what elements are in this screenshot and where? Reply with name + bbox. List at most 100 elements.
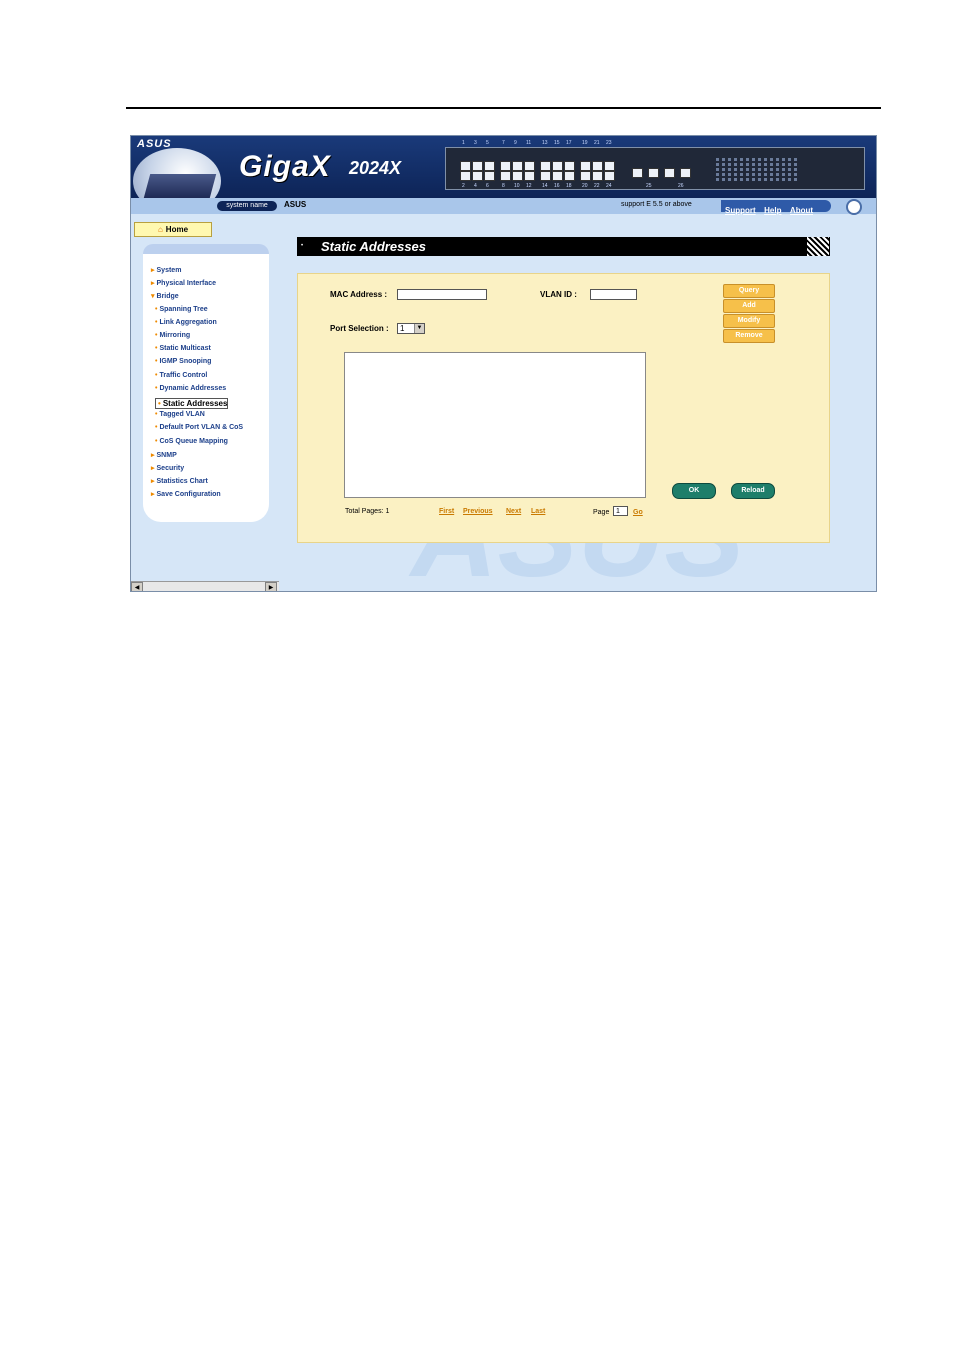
mac-label: MAC Address : [330,290,388,299]
led-icon [788,168,791,171]
chevron-down-icon[interactable]: ▼ [414,324,424,333]
first-link[interactable]: First [439,508,454,515]
bullet-icon: • [155,358,158,366]
sidebar-item[interactable]: • Spanning Tree [155,306,208,313]
port-icon[interactable] [500,171,511,181]
port-number: 16 [554,183,560,189]
port-icon[interactable] [460,171,471,181]
sidebar-item[interactable]: • Tagged VLAN [155,411,205,418]
about-link[interactable]: About [790,206,813,215]
port-icon[interactable] [472,171,483,181]
mac-address-input[interactable] [397,289,487,300]
uplink-port-icon[interactable] [680,168,691,178]
sidebar-item[interactable]: • Mirroring [155,332,190,339]
circle-icon[interactable] [846,199,862,215]
last-link[interactable]: Last [531,508,545,515]
sidebar-item[interactable]: ▸ System [151,266,181,274]
uplink-port-icon[interactable] [632,168,643,178]
port-icon[interactable] [540,171,551,181]
sidebar-item[interactable]: • IGMP Snooping [155,358,211,365]
arrow-right-icon: ▸ [151,451,155,459]
sidebar-item-label: IGMP Snooping [159,358,212,366]
home-button[interactable]: ⌂ Home [134,222,212,237]
bullet-icon: • [155,345,158,353]
uplink-number: 25 [646,183,652,189]
page-input[interactable]: 1 [613,506,628,516]
previous-link[interactable]: Previous [463,508,493,515]
bullet-icon: • [155,305,158,313]
sidebar-item[interactable]: • Static Multicast [155,345,211,352]
horizontal-scrollbar[interactable]: ◀ ▶ [131,581,279,591]
sidebar-item[interactable]: • Link Aggregation [155,319,217,326]
sidebar-item-label: Mirroring [159,332,191,339]
sidebar-item[interactable]: • Dynamic Addresses [155,385,226,392]
port-icon[interactable] [524,161,535,171]
help-link[interactable]: Help [764,206,781,215]
uplink-port-icon[interactable] [664,168,675,178]
sidebar-item-label: Tagged VLAN [159,411,205,419]
led-icon [728,168,731,171]
port-icon[interactable] [472,161,483,171]
remove-button[interactable]: Remove [723,329,775,343]
support-link[interactable]: Support [725,206,756,215]
next-link[interactable]: Next [506,508,521,515]
sidebar-item[interactable]: ▸ SNMP [151,451,177,459]
scroll-left-icon[interactable]: ◀ [131,582,143,591]
sidebar-item[interactable]: ▸ Physical Interface [151,279,216,287]
port-icon[interactable] [580,171,591,181]
port-number: 1 [462,140,465,146]
sidebar-item-label: Physical Interface [156,280,217,288]
port-icon[interactable] [564,161,575,171]
led-icon [746,173,749,176]
port-icon[interactable] [540,161,551,171]
port-icon[interactable] [580,161,591,171]
port-icon[interactable] [592,161,603,171]
scroll-right-icon[interactable]: ▶ [265,582,277,591]
sidebar-item[interactable]: ▸ Security [151,464,184,472]
port-number: 4 [474,183,477,189]
bullet-icon: • [155,424,158,432]
port-select[interactable]: 1 ▼ [397,323,425,334]
port-icon[interactable] [460,161,471,171]
port-icon[interactable] [484,161,495,171]
led-icon [728,163,731,166]
sidebar: ▸ System ▸ Physical Interface ▾ Bridge • Spanni… [143,254,269,522]
modify-button[interactable]: Modify [723,314,775,328]
port-label: Port Selection : [330,324,389,333]
vlan-id-input[interactable] [590,289,637,300]
port-icon[interactable] [524,171,535,181]
sidebar-item[interactable]: • Static Addresses [155,398,229,409]
uplink-port-icon[interactable] [648,168,659,178]
sidebar-item[interactable]: • Default Port VLAN & CoS [155,424,243,431]
port-icon[interactable] [604,171,615,181]
reload-button[interactable]: Reload [731,483,775,499]
port-icon[interactable] [564,171,575,181]
port-number: 12 [526,183,532,189]
port-icon[interactable] [500,161,511,171]
port-icon[interactable] [484,171,495,181]
port-icon[interactable] [512,161,523,171]
port-number: 22 [594,183,600,189]
port-icon[interactable] [552,171,563,181]
led-icon [734,158,737,161]
ok-button[interactable]: OK [672,483,716,499]
led-icon [758,178,761,181]
support-text: support E 5.5 or above [621,201,692,208]
bullet-icon: • [158,399,161,408]
sidebar-item[interactable]: • CoS Queue Mapping [155,438,228,445]
sidebar-item[interactable]: ▸ Statistics Chart [151,477,208,485]
sidebar-item[interactable]: ▾ Bridge [151,292,179,300]
query-button[interactable]: Query [723,284,775,298]
address-listbox[interactable] [344,352,646,498]
port-icon[interactable] [552,161,563,171]
add-button[interactable]: Add [723,299,775,313]
sidebar-item[interactable]: ▸ Save Configuration [151,490,221,498]
port-icon[interactable] [592,171,603,181]
port-icon[interactable] [604,161,615,171]
go-link[interactable]: Go [633,509,643,516]
port-icon[interactable] [512,171,523,181]
sidebar-item[interactable]: • Traffic Control [155,372,207,379]
bullet-icon: • [155,371,158,379]
led-icon [782,173,785,176]
port-number: 19 [582,140,588,146]
